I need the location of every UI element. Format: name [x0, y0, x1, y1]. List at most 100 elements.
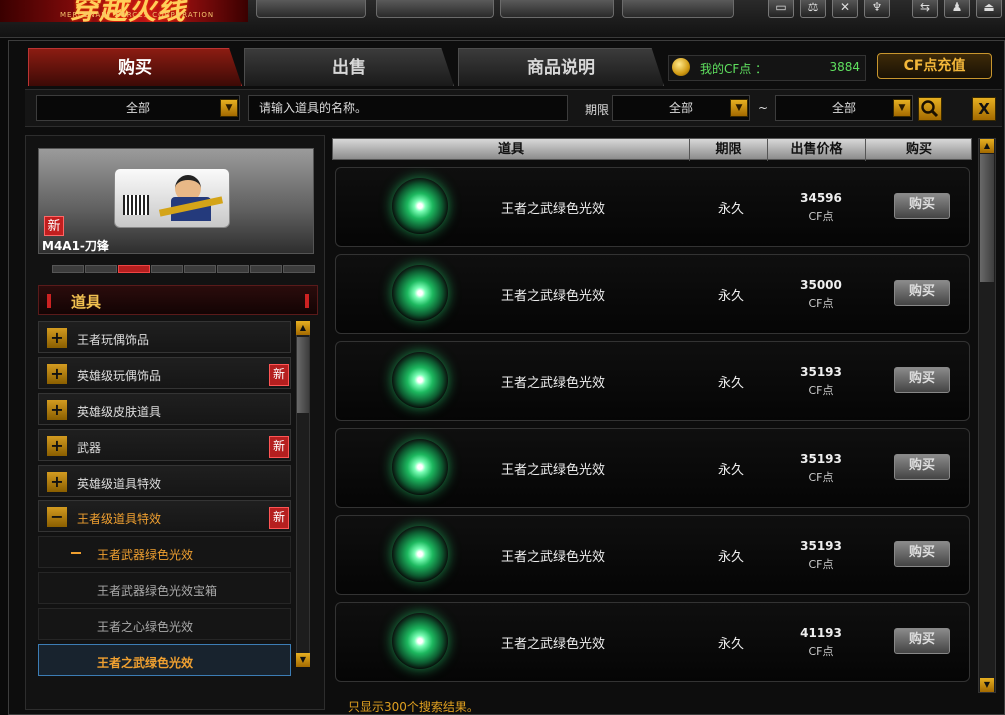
- buy-button[interactable]: 购买: [894, 454, 950, 480]
- buy-button[interactable]: 购买: [894, 628, 950, 654]
- expand-plus-icon[interactable]: +: [47, 328, 67, 348]
- new-badge: 新: [269, 364, 289, 386]
- banner-page-dot[interactable]: [250, 265, 282, 273]
- category-item-label: 王者玩偶饰品: [77, 333, 150, 347]
- price-unit: CF点: [808, 210, 834, 223]
- weapon-ticket-image: [114, 168, 230, 228]
- buy-button[interactable]: 购买: [894, 193, 950, 219]
- game-logo: 穿越火线 MERCENARY FORCES CORPORATION: [0, 0, 248, 22]
- tab-sell[interactable]: 出售: [244, 48, 454, 86]
- category-item-label: 王者级道具特效: [77, 512, 162, 526]
- featured-item-name: M4A1-刀锋: [42, 239, 109, 253]
- price-unit: CF点: [808, 471, 834, 484]
- tab-item-info[interactable]: 商品说明: [458, 48, 664, 86]
- item-name: 王者之武绿色光效: [501, 637, 606, 652]
- subcategory-item-selected[interactable]: 王者之武绿色光效: [38, 644, 291, 676]
- scrollbar-thumb[interactable]: [980, 154, 994, 282]
- item-price: 34596: [800, 191, 842, 205]
- item-row: 王者之武绿色光效 永久 35193 CF点 购买: [335, 341, 970, 421]
- price-unit: CF点: [808, 297, 834, 310]
- item-name: 王者之武绿色光效: [501, 463, 606, 478]
- price-unit: CF点: [808, 558, 834, 571]
- top-nav-button-2[interactable]: [376, 0, 494, 18]
- category-item-expanded[interactable]: − 王者级道具特效 新: [38, 500, 291, 532]
- barcode-icon: [123, 195, 149, 215]
- item-row: 王者之武绿色光效 永久 35193 CF点 购买: [335, 428, 970, 508]
- top-nav-button-1[interactable]: [256, 0, 366, 18]
- search-button[interactable]: [918, 97, 942, 121]
- logo-subtitle: MERCENARY FORCES CORPORATION: [60, 11, 215, 19]
- buy-button[interactable]: 购买: [894, 280, 950, 306]
- category-item[interactable]: + 武器 新: [38, 429, 291, 461]
- category-select[interactable]: 全部: [36, 95, 240, 121]
- search-input[interactable]: 请输入道具的名称。: [248, 95, 568, 121]
- banner-page-dot[interactable]: [85, 265, 117, 273]
- search-icon: [921, 100, 939, 118]
- top-nav-button-4[interactable]: [622, 0, 734, 18]
- exit-icon[interactable]: ⏏: [976, 0, 1002, 18]
- buy-button[interactable]: 购买: [894, 367, 950, 393]
- item-price: 35000: [800, 278, 842, 292]
- scroll-up-icon[interactable]: ▲: [980, 139, 994, 153]
- chevron-down-icon[interactable]: ▼: [893, 99, 911, 117]
- item-price: 35193: [800, 539, 842, 553]
- expand-plus-icon[interactable]: +: [47, 400, 67, 420]
- green-glow-effect-icon: [392, 265, 448, 321]
- scrollbar-thumb[interactable]: [297, 337, 309, 413]
- green-glow-effect-icon: [392, 613, 448, 669]
- subcategory-item[interactable]: 王者武器绿色光效宝箱: [38, 572, 291, 604]
- subcategory-item[interactable]: 王者之心绿色光效: [38, 608, 291, 640]
- back-icon[interactable]: ⇆: [912, 0, 938, 18]
- recharge-button[interactable]: CF点充值: [877, 53, 992, 79]
- item-row: 王者之武绿色光效 永久 35193 CF点 购买: [335, 515, 970, 595]
- banner-page-dot[interactable]: [283, 265, 315, 273]
- scroll-up-icon[interactable]: ▲: [296, 321, 310, 335]
- scroll-down-icon[interactable]: ▼: [296, 653, 310, 667]
- category-item[interactable]: + 英雄级玩偶饰品 新: [38, 357, 291, 389]
- price-unit: CF点: [808, 384, 834, 397]
- expand-plus-icon[interactable]: +: [47, 364, 67, 384]
- cf-balance-value: 3884: [829, 60, 860, 74]
- banner-page-dot[interactable]: [151, 265, 183, 273]
- price-unit: CF点: [808, 645, 834, 658]
- expand-plus-icon[interactable]: +: [47, 472, 67, 492]
- collapse-minus-icon[interactable]: −: [47, 507, 67, 527]
- result-limit-note: 只显示300个搜索结果。: [348, 700, 479, 714]
- green-glow-effect-icon: [392, 352, 448, 408]
- banner-page-dot-active[interactable]: [118, 265, 150, 273]
- item-name: 王者之武绿色光效: [501, 376, 606, 391]
- collapse-dash-icon: [71, 552, 81, 554]
- scale-icon[interactable]: ⚖: [800, 0, 826, 18]
- header-decoration: [47, 294, 51, 308]
- category-item[interactable]: + 英雄级皮肤道具: [38, 393, 291, 425]
- trophy-icon[interactable]: ♆: [864, 0, 890, 18]
- category-item[interactable]: + 英雄级道具特效: [38, 465, 291, 497]
- category-header: 道具: [38, 285, 318, 315]
- chevron-down-icon[interactable]: ▼: [730, 99, 748, 117]
- close-icon[interactable]: ✕: [832, 0, 858, 18]
- chevron-down-icon[interactable]: ▼: [220, 99, 238, 117]
- buy-button[interactable]: 购买: [894, 541, 950, 567]
- green-glow-effect-icon: [392, 439, 448, 495]
- header-decoration: [305, 294, 309, 308]
- item-period: 永久: [718, 289, 745, 304]
- item-row: 王者之武绿色光效 永久 41193 CF点 购买: [335, 602, 970, 682]
- expand-plus-icon[interactable]: +: [47, 436, 67, 456]
- category-header-title: 道具: [71, 293, 102, 311]
- banner-page-dot[interactable]: [52, 265, 84, 273]
- item-price: 35193: [800, 365, 842, 379]
- range-separator: ~: [758, 101, 769, 115]
- subcategory-header-label: 王者武器绿色光效: [97, 548, 194, 562]
- close-search-button[interactable]: X: [972, 97, 996, 121]
- item-period: 永久: [718, 463, 745, 478]
- minimize-icon[interactable]: ▭: [768, 0, 794, 18]
- item-list-header: 道具 期限 出售价格 购买: [332, 138, 972, 161]
- banner-page-dot[interactable]: [217, 265, 249, 273]
- user-icon[interactable]: ♟: [944, 0, 970, 18]
- category-item[interactable]: + 王者玩偶饰品: [38, 321, 291, 353]
- scroll-down-icon[interactable]: ▼: [980, 678, 994, 692]
- top-nav-button-3[interactable]: [500, 0, 614, 18]
- subcategory-header[interactable]: 王者武器绿色光效: [38, 536, 291, 568]
- banner-page-dot[interactable]: [184, 265, 216, 273]
- tab-buy[interactable]: 购买: [28, 48, 242, 86]
